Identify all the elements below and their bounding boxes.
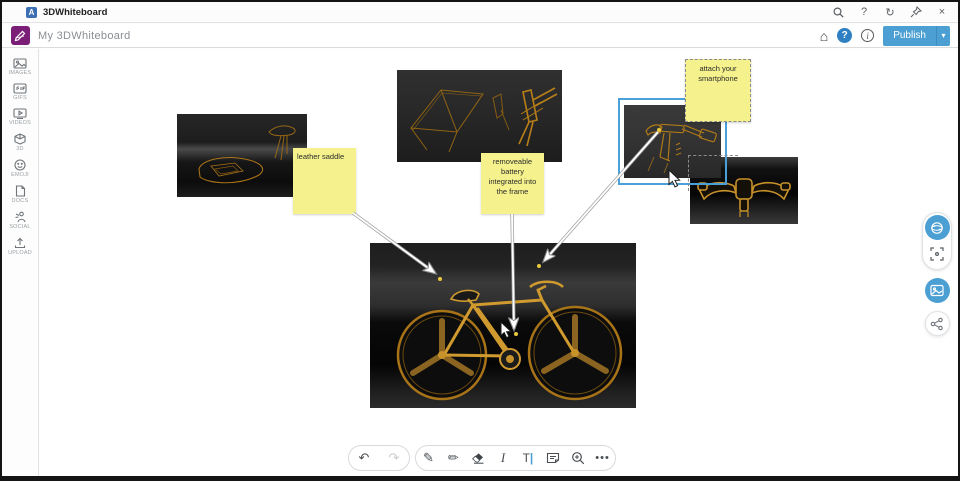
home-icon[interactable]: ⌂ (820, 29, 828, 43)
gifs-icon (13, 83, 27, 94)
redo-button[interactable]: ↷ (384, 448, 404, 468)
publish-button[interactable]: Publish (883, 25, 936, 46)
undo-button[interactable]: ↶ (354, 448, 374, 468)
sticky-note-tool-button[interactable] (543, 448, 563, 468)
sticky-note-battery[interactable]: removeable battery integrated into the f… (481, 153, 544, 214)
sidebar-label: EMOJI (11, 172, 29, 178)
sidebar-label: UPLOAD (8, 250, 32, 256)
board-title[interactable]: My 3DWhiteboard (38, 30, 131, 42)
text-tool-button[interactable]: T | (518, 448, 538, 468)
cube-3d-icon (14, 133, 26, 145)
sidebar-item-images[interactable]: IMAGES (2, 55, 38, 80)
app-icon: A (26, 6, 37, 18)
canvas-image-saddle-sketch[interactable] (177, 114, 307, 197)
text-cursor-glyph: | (529, 451, 534, 465)
dashed-selection-corner (688, 155, 738, 191)
sidebar-item-upload[interactable]: UPLOAD (2, 234, 38, 260)
sidebar-label: IMAGES (8, 70, 32, 76)
videos-icon (13, 108, 27, 119)
zoom-tool-button[interactable] (568, 448, 588, 468)
crop-capture-button[interactable] (928, 245, 946, 263)
share-network-button[interactable] (924, 311, 950, 336)
sticky-note-leather-saddle[interactable]: leather saddle (293, 148, 356, 214)
images-icon (13, 58, 27, 69)
drawing-toolbar: ✎ ✏ I T | ••• (415, 445, 616, 471)
sidebar-label: VIDEOS (9, 120, 31, 126)
sticky-note-smartphone[interactable]: attach your smartphone (685, 59, 751, 122)
view-tools-group (922, 212, 952, 270)
sidebar-label: 3D (16, 146, 24, 152)
app-toolbar: My 3DWhiteboard ⌂ ? i Publish ▾ (2, 24, 958, 48)
media-panel-button[interactable] (924, 278, 950, 303)
text-select-tool-button[interactable]: I (493, 448, 513, 468)
upload-icon (14, 237, 26, 249)
text-tool-glyph: T (522, 451, 530, 465)
whiteboard-logo-icon[interactable] (11, 26, 30, 45)
sidebar-item-emoji[interactable]: EMOJI (2, 156, 38, 182)
eraser-tool-button[interactable] (468, 448, 488, 468)
sidebar-item-social[interactable]: SOCIAL (2, 208, 38, 234)
pen-tool-button[interactable]: ✎ (418, 448, 438, 468)
right-toolbar (922, 212, 952, 336)
close-icon[interactable]: × (936, 6, 948, 18)
canvas-image-frame-sketches[interactable] (397, 70, 562, 162)
social-icon (14, 211, 26, 223)
search-icon[interactable] (832, 6, 844, 18)
sidebar-item-gifs[interactable]: GIFS (2, 80, 38, 105)
sidebar-label: GIFS (13, 95, 27, 101)
more-tools-button[interactable]: ••• (593, 448, 613, 468)
publish-dropdown-button[interactable]: ▾ (936, 25, 950, 46)
window-titlebar: A 3DWhiteboard ? ↻ × (2, 2, 958, 23)
emoji-icon (14, 159, 26, 171)
sidebar-item-3d[interactable]: 3D (2, 130, 38, 156)
refresh-icon[interactable]: ↻ (884, 6, 896, 19)
pin-icon[interactable] (910, 6, 922, 18)
sidebar-label: DOCS (11, 198, 29, 204)
window-title: 3DWhiteboard (43, 6, 108, 18)
asset-sidebar: IMAGES GIFS VIDEOS 3D EMOJI DOCS SOCIAL (2, 49, 39, 476)
info-icon[interactable]: i (861, 29, 875, 42)
sidebar-item-videos[interactable]: VIDEOS (2, 105, 38, 130)
marker-tool-button[interactable]: ✏ (443, 448, 463, 468)
canvas-image-bike-render[interactable] (370, 243, 636, 408)
history-toolbar: ↶ ↷ (348, 445, 410, 471)
app-window: A 3DWhiteboard ? ↻ × My 3DWhiteboard ⌂ ?… (0, 0, 960, 481)
help-circle-icon[interactable]: ? (837, 28, 853, 43)
sidebar-item-docs[interactable]: DOCS (2, 182, 38, 208)
help-icon[interactable]: ? (858, 6, 870, 18)
sidebar-label: SOCIAL (9, 224, 31, 230)
docs-icon (15, 185, 25, 197)
view-3d-button[interactable] (924, 215, 950, 240)
